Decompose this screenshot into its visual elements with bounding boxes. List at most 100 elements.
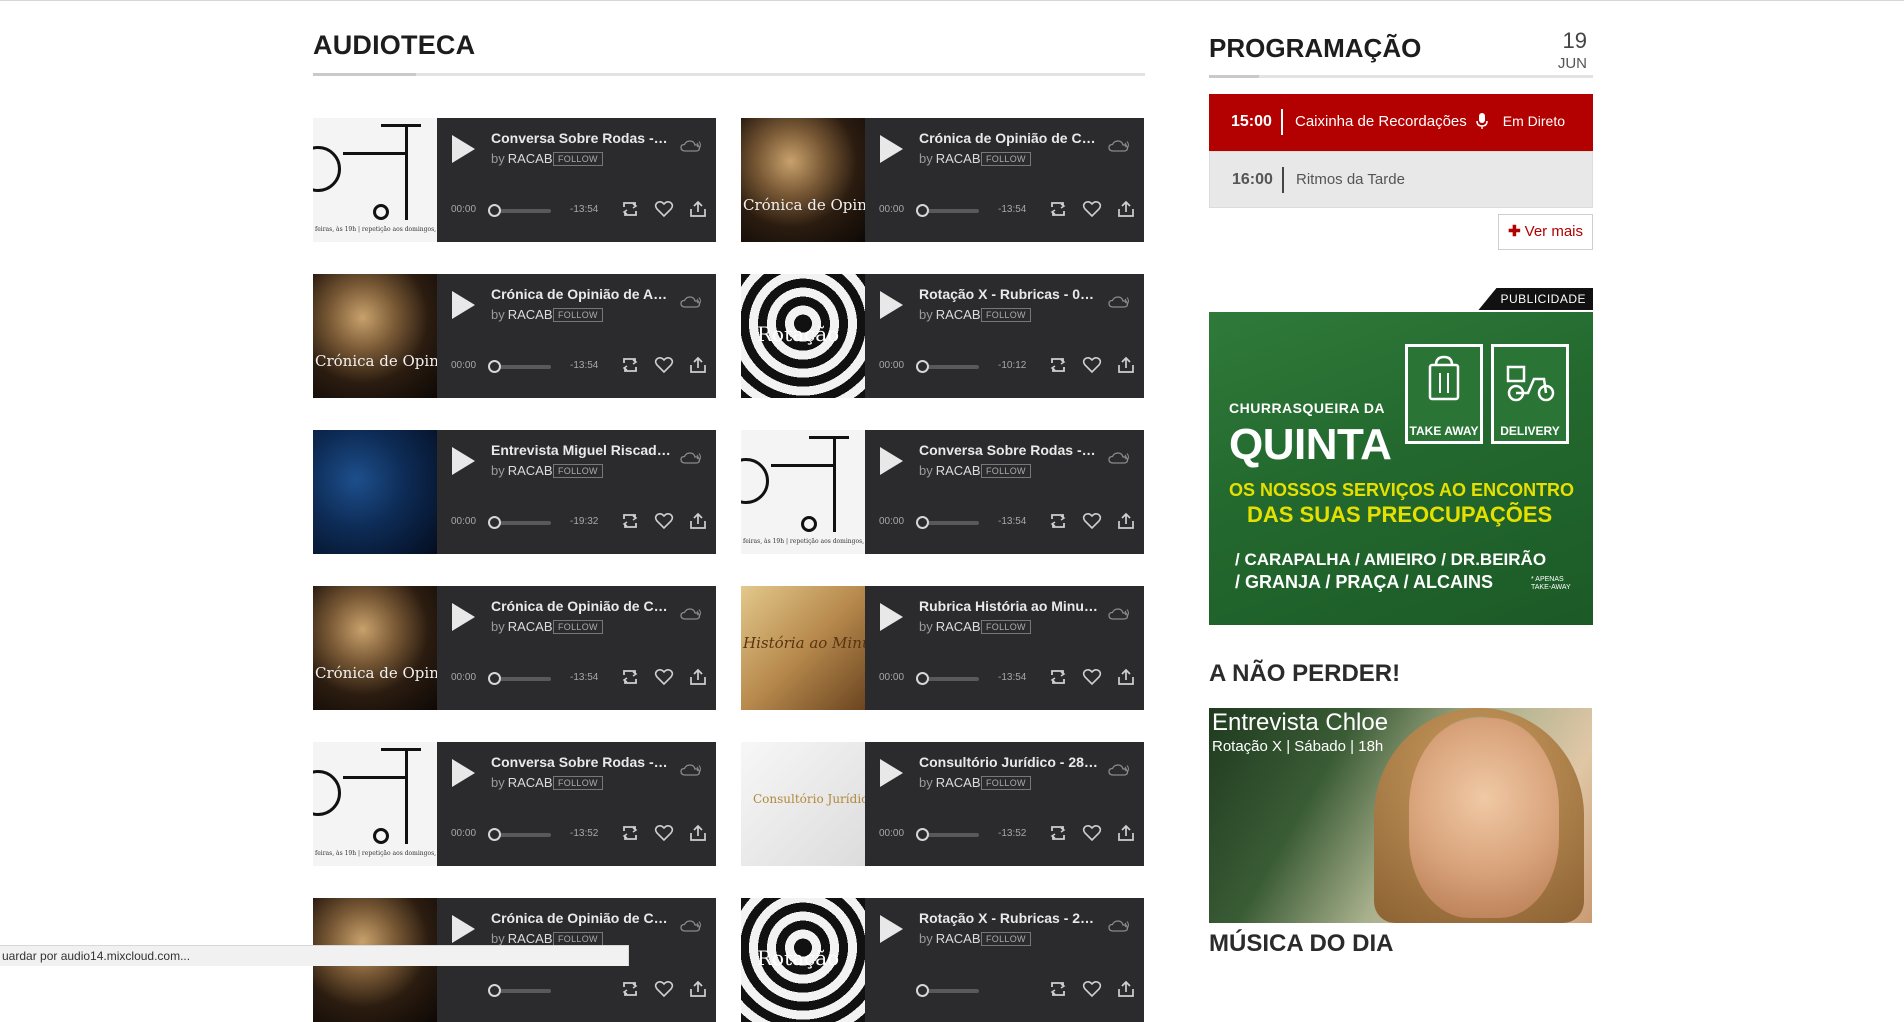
seek-handle[interactable] [916,672,929,685]
mixcloud-player[interactable]: Entrevista Miguel Riscado ... by RACAB FOLL… [313,430,716,554]
share-icon[interactable] [1116,200,1136,218]
heart-icon[interactable] [1082,668,1102,686]
episode-thumbnail[interactable]: Rotação [741,898,865,1022]
seek-bar[interactable] [488,204,551,217]
episode-thumbnail[interactable]: feiras, às 19h | repetição aos domingos,… [313,118,437,242]
follow-button[interactable]: FOLLOW [981,932,1031,946]
author-link[interactable]: RACAB [936,619,981,634]
share-icon[interactable] [688,200,708,218]
seek-handle[interactable] [488,672,501,685]
author-link[interactable]: RACAB [508,151,553,166]
seek-handle[interactable] [916,204,929,217]
heart-icon[interactable] [654,980,674,998]
follow-button[interactable]: FOLLOW [981,152,1031,166]
heart-icon[interactable] [654,668,674,686]
repost-icon[interactable] [620,356,640,374]
mixcloud-icon[interactable] [1108,140,1130,152]
repost-icon[interactable] [1048,980,1068,998]
author-link[interactable]: RACAB [508,775,553,790]
play-icon[interactable] [880,135,903,163]
author-link[interactable]: RACAB [936,463,981,478]
seek-bar[interactable] [916,360,979,373]
seek-bar[interactable] [488,516,551,529]
mixcloud-icon[interactable] [680,920,702,932]
episode-thumbnail[interactable]: Crónica de Opinião [741,118,865,242]
mixcloud-player[interactable]: Crónica de Opinião Crónica de Opinião de … [741,118,1144,242]
mixcloud-player[interactable]: Consultório Jurídico Consultório Jurídico… [741,742,1144,866]
mixcloud-player[interactable]: feiras, às 19h | repetição aos domingos,… [741,430,1144,554]
seek-bar[interactable] [488,672,551,685]
play-icon[interactable] [452,915,475,943]
play-icon[interactable] [880,915,903,943]
share-icon[interactable] [1116,668,1136,686]
mixcloud-player[interactable]: Rotação Rotação X - Rubricas - 06-0... by R… [741,274,1144,398]
episode-thumbnail[interactable]: feiras, às 19h | repetição aos domingos,… [313,742,437,866]
mixcloud-player[interactable]: feiras, às 19h | repetição aos domingos,… [313,118,716,242]
repost-icon[interactable] [620,668,640,686]
follow-button[interactable]: FOLLOW [553,464,603,478]
episode-thumbnail[interactable]: Crónica de Opinião [313,586,437,710]
author-link[interactable]: RACAB [508,307,553,322]
episode-title[interactable]: Rubrica História ao Minut... [919,598,1099,614]
author-link[interactable]: RACAB [508,463,553,478]
seek-bar[interactable] [916,516,979,529]
seek-bar[interactable] [916,204,979,217]
mixcloud-icon[interactable] [1108,764,1130,776]
seek-handle[interactable] [488,360,501,373]
play-icon[interactable] [880,447,903,475]
heart-icon[interactable] [1082,356,1102,374]
play-icon[interactable] [452,603,475,631]
advertisement-banner[interactable]: CHURRASQUEIRA DA QUINTA TAKE AWAY DELIVE… [1209,312,1593,625]
repost-icon[interactable] [620,512,640,530]
seek-handle[interactable] [488,204,501,217]
episode-title[interactable]: Crónica de Opinião de Car... [919,130,1099,146]
share-icon[interactable] [688,980,708,998]
repost-icon[interactable] [1048,824,1068,842]
mixcloud-player[interactable]: Rotação Rotação X - Rubricas - 23-0... by R… [741,898,1144,1022]
seek-handle[interactable] [488,984,501,997]
play-icon[interactable] [880,603,903,631]
play-icon[interactable] [880,759,903,787]
author-link[interactable]: RACAB [936,775,981,790]
episode-title[interactable]: Rotação X - Rubricas - 23-0... [919,910,1099,926]
heart-icon[interactable] [654,824,674,842]
schedule-slot-next[interactable]: 16:00 Ritmos da Tarde [1209,151,1593,208]
share-icon[interactable] [1116,824,1136,842]
seek-handle[interactable] [916,516,929,529]
seek-handle[interactable] [916,360,929,373]
mixcloud-icon[interactable] [1108,608,1130,620]
seek-bar[interactable] [488,828,551,841]
seek-handle[interactable] [916,828,929,841]
heart-icon[interactable] [654,512,674,530]
author-link[interactable]: RACAB [936,931,981,946]
episode-title[interactable]: Entrevista Miguel Riscado ... [491,442,671,458]
episode-title[interactable]: Crónica de Opinião de Car... [491,598,671,614]
episode-title[interactable]: Rotação X - Rubricas - 06-0... [919,286,1099,302]
seek-handle[interactable] [916,984,929,997]
share-icon[interactable] [1116,512,1136,530]
heart-icon[interactable] [654,200,674,218]
episode-thumbnail[interactable]: feiras, às 19h | repetição aos domingos,… [741,430,865,554]
author-link[interactable]: RACAB [936,151,981,166]
seek-handle[interactable] [488,516,501,529]
mixcloud-icon[interactable] [680,140,702,152]
heart-icon[interactable] [654,356,674,374]
seek-bar[interactable] [916,828,979,841]
repost-icon[interactable] [1048,200,1068,218]
play-icon[interactable] [880,291,903,319]
feature-banner[interactable]: Entrevista Chloe Rotação X | Sábado | 18… [1209,708,1592,923]
author-link[interactable]: RACAB [508,619,553,634]
author-link[interactable]: RACAB [936,307,981,322]
play-icon[interactable] [452,291,475,319]
heart-icon[interactable] [1082,824,1102,842]
episode-title[interactable]: Crónica de Opinião de Car... [491,910,671,926]
play-icon[interactable] [452,447,475,475]
follow-button[interactable]: FOLLOW [553,776,603,790]
heart-icon[interactable] [1082,980,1102,998]
follow-button[interactable]: FOLLOW [553,152,603,166]
episode-thumbnail[interactable] [313,430,437,554]
episode-title[interactable]: Conversa Sobre Rodas - 2... [491,754,671,770]
follow-button[interactable]: FOLLOW [553,932,603,946]
follow-button[interactable]: FOLLOW [981,776,1031,790]
mixcloud-player[interactable]: Crónica de Opinião Crónica de Opinião de … [313,586,716,710]
